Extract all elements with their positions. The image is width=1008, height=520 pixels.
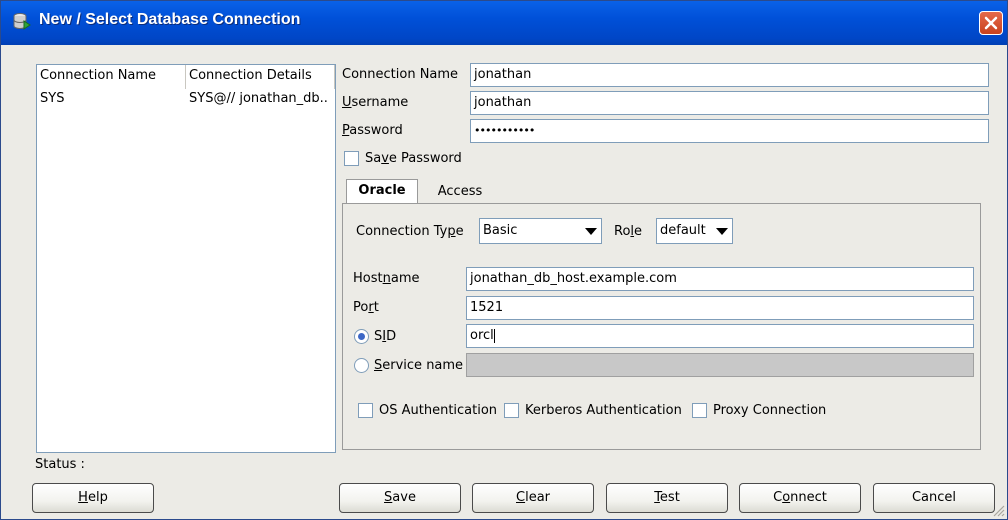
hostname-field[interactable]: jonathan_db_host.example.com xyxy=(466,267,974,291)
column-header-connection-details[interactable]: Connection Details xyxy=(186,65,335,89)
connection-list[interactable]: Connection Name Connection Details SYS S… xyxy=(36,64,336,453)
sid-label: SID xyxy=(374,329,397,344)
tab-oracle[interactable]: Oracle xyxy=(346,179,418,203)
service-name-label: Service name xyxy=(374,358,464,373)
connection-name-cell: SYS xyxy=(40,91,65,106)
connect-button[interactable]: Connect xyxy=(739,483,861,513)
password-label: Password xyxy=(342,123,403,138)
save-password-checkbox[interactable] xyxy=(344,151,359,166)
close-icon xyxy=(984,16,998,30)
service-name-radio[interactable] xyxy=(354,358,369,373)
dialog-window: New / Select Database Connection Connect… xyxy=(0,0,1008,520)
connection-type-value: Basic xyxy=(483,223,518,238)
connection-row-sys[interactable]: SYS SYS@// jonathan_db.. xyxy=(37,89,335,109)
database-icon xyxy=(13,12,31,32)
connection-list-header: Connection Name Connection Details xyxy=(37,65,335,89)
service-name-field[interactable] xyxy=(466,353,974,377)
title-bar[interactable]: New / Select Database Connection xyxy=(1,1,1007,45)
connection-name-field[interactable]: jonathan xyxy=(470,63,989,87)
role-value: default xyxy=(660,223,706,238)
save-button[interactable]: Save xyxy=(339,483,461,513)
text-cursor xyxy=(493,328,495,343)
os-authentication-label: OS Authentication xyxy=(379,403,498,418)
connection-type-label: Connection Type xyxy=(356,224,464,239)
status-label: Status : xyxy=(35,457,85,472)
connection-name-label: Connection Name xyxy=(342,67,459,82)
role-select[interactable]: default xyxy=(656,218,733,244)
kerberos-authentication-checkbox[interactable] xyxy=(504,403,519,418)
role-label: Role xyxy=(614,224,643,239)
resize-grip-icon[interactable] xyxy=(991,503,1005,517)
save-password-label: Save Password xyxy=(365,151,462,166)
help-button[interactable]: Help xyxy=(32,483,154,513)
clear-button[interactable]: Clear xyxy=(472,483,594,513)
window-title: New / Select Database Connection xyxy=(39,11,301,28)
chevron-down-icon xyxy=(716,228,728,235)
tab-access[interactable]: Access xyxy=(429,181,491,205)
sid-value: orcl xyxy=(470,328,494,343)
sid-field[interactable]: orcl xyxy=(466,324,974,348)
proxy-connection-label: Proxy Connection xyxy=(713,403,827,418)
proxy-connection-checkbox[interactable] xyxy=(692,403,707,418)
oracle-tab-panel: Connection Type Basic Role default Hostn… xyxy=(342,203,981,450)
sid-radio[interactable] xyxy=(354,329,369,344)
port-label: Port xyxy=(353,300,379,315)
port-field[interactable]: 1521 xyxy=(466,296,974,320)
cancel-button[interactable]: Cancel xyxy=(873,483,995,513)
password-field[interactable]: ••••••••••• xyxy=(470,119,989,143)
username-label: Username xyxy=(342,95,409,110)
chevron-down-icon xyxy=(585,228,597,235)
connection-details-cell: SYS@// jonathan_db.. xyxy=(189,91,328,106)
os-authentication-checkbox[interactable] xyxy=(358,403,373,418)
close-button[interactable] xyxy=(979,11,1003,35)
column-header-connection-name[interactable]: Connection Name xyxy=(37,65,186,89)
hostname-label: Hostname xyxy=(353,271,420,286)
test-button[interactable]: Test xyxy=(606,483,728,513)
kerberos-authentication-label: Kerberos Authentication xyxy=(525,403,682,418)
username-field[interactable]: jonathan xyxy=(470,91,989,115)
connection-type-select[interactable]: Basic xyxy=(479,218,602,244)
